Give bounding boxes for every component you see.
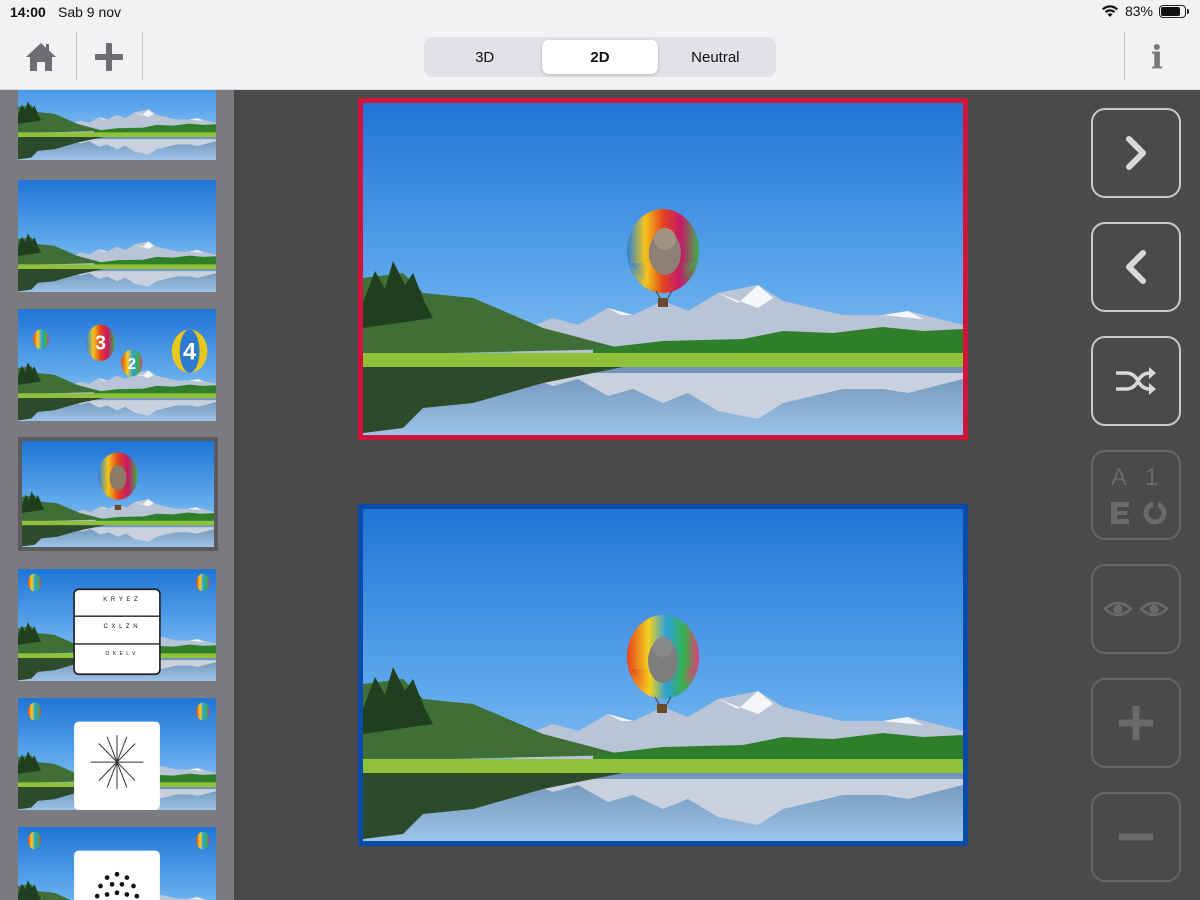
optotype-icon: A 1 xyxy=(1101,460,1171,530)
view-mode-segmented-control: 3D 2D Neutral xyxy=(424,37,776,77)
tumbling-e-and-ring-icon xyxy=(1111,500,1167,525)
balloon-number-label: 3 xyxy=(95,332,106,354)
toolbar-separator xyxy=(76,32,77,80)
chevron-left-icon xyxy=(1126,250,1146,284)
zoom-in-button[interactable] xyxy=(1091,678,1181,768)
letter-row: C X L Z N xyxy=(103,624,139,630)
dot-pattern-thumbnail xyxy=(18,827,216,900)
toolbar-separator xyxy=(1124,32,1125,80)
dog-balloon-image xyxy=(363,103,963,435)
status-bar: 14:00 Sab 9 nov 83% xyxy=(0,0,1200,24)
eyes-button[interactable] xyxy=(1091,564,1181,654)
astigmatism-fan-thumbnail xyxy=(18,698,216,810)
info-button[interactable]: i xyxy=(1134,32,1180,82)
toolbar-separator xyxy=(142,32,143,80)
shuffle-button[interactable] xyxy=(1091,336,1181,426)
slide-sidebar[interactable]: 3 2 4 K R Y E Z C X L Z N O K E L V xyxy=(0,90,234,900)
battery-icon xyxy=(1159,4,1189,18)
slide-thumbnail-6[interactable] xyxy=(18,698,216,810)
status-right: 83% xyxy=(1101,3,1189,19)
next-button[interactable] xyxy=(1091,108,1181,198)
previous-button[interactable] xyxy=(1091,222,1181,312)
balloon-number-label: 2 xyxy=(128,356,136,373)
letter-row: O K E L V xyxy=(105,651,137,657)
optotype-button[interactable]: A 1 xyxy=(1091,450,1181,540)
optotype-number: 1 xyxy=(1145,464,1159,491)
slide-thumbnail-2[interactable] xyxy=(18,180,216,292)
segment-3d[interactable]: 3D xyxy=(427,40,542,74)
home-icon xyxy=(26,43,56,71)
optotype-letter: A xyxy=(1111,464,1128,491)
cat-balloon-thumbnail xyxy=(22,441,214,547)
status-time: 14:00 xyxy=(10,4,46,20)
eyes-icon xyxy=(1103,601,1169,617)
wifi-icon xyxy=(1101,5,1118,17)
chevron-right-icon xyxy=(1126,136,1146,170)
cat-balloon-image xyxy=(363,509,963,841)
shuffle-icon xyxy=(1116,367,1156,395)
landscape-thumbnail-image xyxy=(18,180,216,292)
landscape-thumbnail-image xyxy=(18,90,216,160)
info-icon: i xyxy=(1150,38,1164,76)
letter-row: K R Y E Z xyxy=(103,597,139,603)
top-toolbar: 3D 2D Neutral i xyxy=(0,24,1200,90)
bottom-eye-frame-blue xyxy=(358,504,968,846)
slide-thumbnail-1[interactable] xyxy=(18,90,216,160)
add-button[interactable] xyxy=(82,30,136,84)
minus-icon xyxy=(1119,833,1153,841)
plus-icon xyxy=(1119,706,1153,740)
battery-percent: 83% xyxy=(1124,3,1153,19)
zoom-out-button[interactable] xyxy=(1091,792,1181,882)
slide-thumbnail-5[interactable]: K R Y E Z C X L Z N O K E L V xyxy=(18,569,216,681)
balloons-numbers-thumbnail: 3 2 4 xyxy=(18,309,216,421)
battery-fill xyxy=(1161,6,1181,16)
slide-thumbnail-7[interactable] xyxy=(18,827,216,900)
main-stage xyxy=(234,90,1200,900)
status-date: Sab 9 nov xyxy=(58,4,122,20)
top-eye-frame-red xyxy=(358,98,968,440)
slide-thumbnail-4-selected[interactable] xyxy=(18,437,218,551)
segment-neutral[interactable]: Neutral xyxy=(658,40,773,74)
balloon-number-label: 4 xyxy=(183,338,197,365)
plus-icon xyxy=(95,43,123,71)
home-button[interactable] xyxy=(14,30,68,84)
slide-thumbnail-3[interactable]: 3 2 4 xyxy=(18,309,216,421)
segment-2d[interactable]: 2D xyxy=(542,40,658,74)
